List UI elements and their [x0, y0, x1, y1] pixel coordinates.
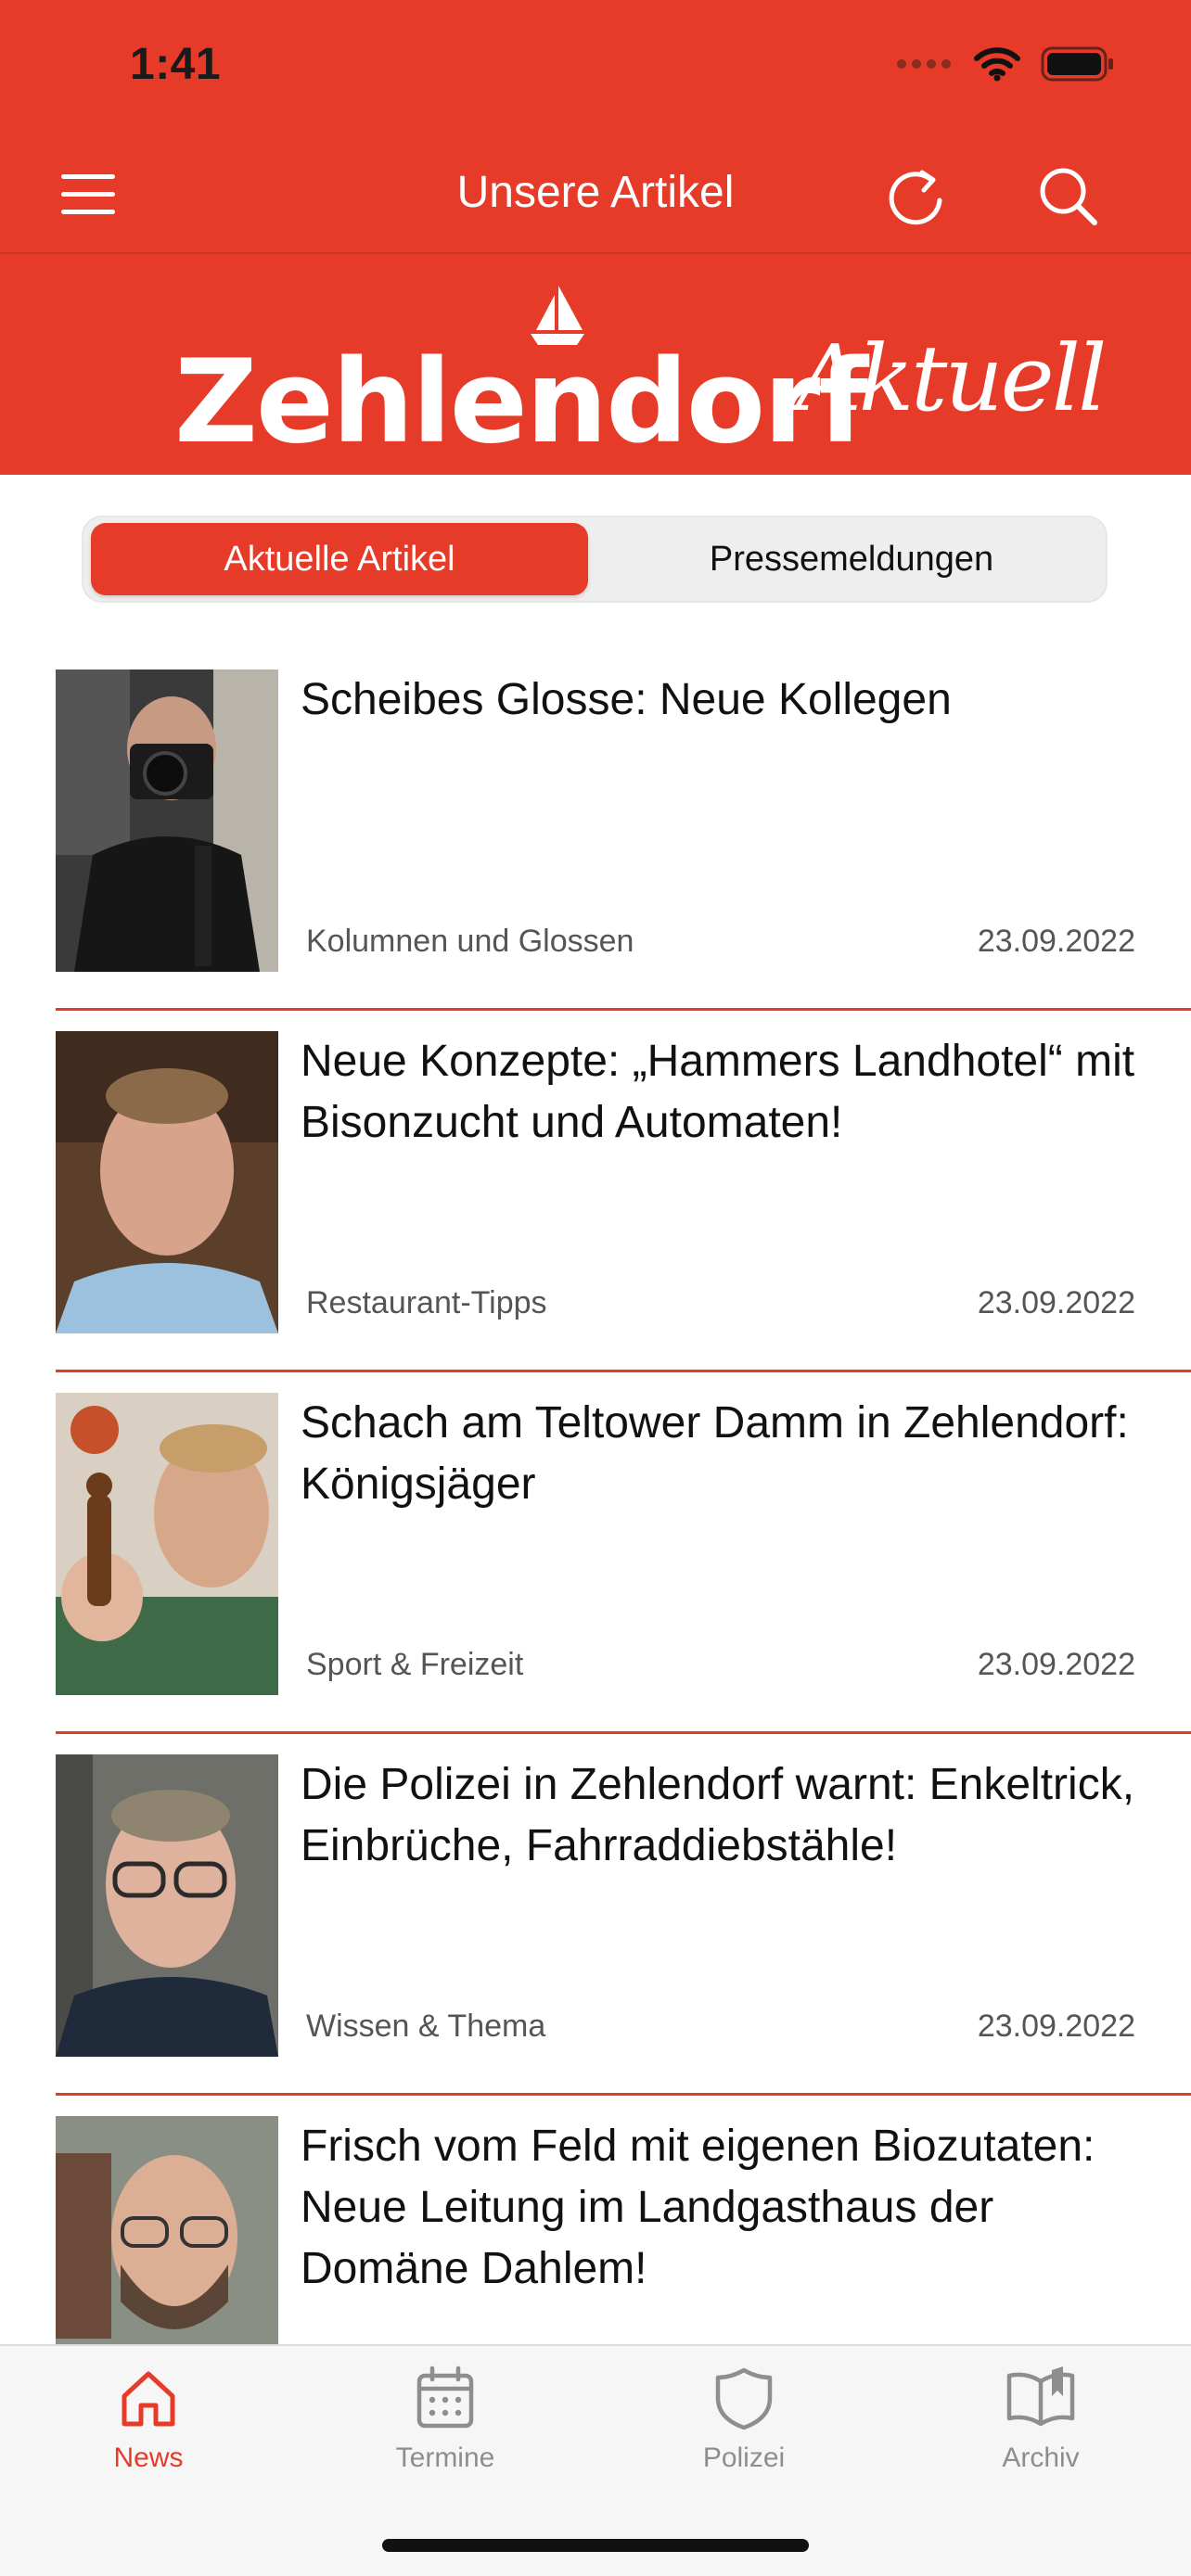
brand-script: Aktuell — [796, 326, 1107, 432]
article-type-switch: Aktuelle Artikel Pressemeldungen — [82, 516, 1108, 603]
article-date: 23.09.2022 — [977, 1647, 1135, 1682]
search-button[interactable] — [1031, 159, 1106, 234]
home-indicator — [382, 2539, 809, 2552]
tab-termine[interactable]: Termine — [352, 2365, 538, 2504]
article-item[interactable]: Scheibes Glosse: Neue Kollegen Kolumnen … — [56, 649, 1191, 1011]
tab-label: Polizei — [702, 2442, 786, 2473]
article-thumbnail — [56, 1754, 278, 2057]
article-category: Sport & Freizeit — [306, 1647, 524, 1682]
tab-label: Termine — [395, 2442, 495, 2473]
article-category: Wissen & Thema — [306, 2009, 546, 2044]
status-icons — [896, 46, 1115, 82]
article-category: Kolumnen und Glossen — [306, 924, 634, 959]
article-date: 23.09.2022 — [977, 924, 1135, 959]
tab-label: Archiv — [1002, 2442, 1080, 2473]
article-title: Schach am Teltower Damm in Zehlendorf: K… — [301, 1398, 1129, 1509]
tab-archiv[interactable]: Archiv — [948, 2365, 1133, 2504]
search-icon — [1040, 168, 1097, 225]
article-thumbnail — [56, 1393, 278, 1695]
article-item[interactable]: Die Polizei in Zehlendorf warnt: Enkeltr… — [56, 1734, 1191, 2096]
article-title: Frisch vom Feld mit eigenen Biozutaten: … — [301, 2122, 1095, 2293]
article-date: 23.09.2022 — [977, 1285, 1135, 1320]
navigation-bar: Unsere Artikel — [0, 132, 1191, 254]
brand-banner: Zehlendorf Aktuell — [0, 254, 1191, 475]
shield-icon — [715, 2367, 773, 2430]
segment-current-articles[interactable]: Aktuelle Artikel — [91, 523, 588, 595]
segment-press-releases[interactable]: Pressemeldungen — [603, 523, 1100, 595]
home-icon — [122, 2371, 175, 2427]
book-icon — [1006, 2366, 1075, 2427]
article-title: Scheibes Glosse: Neue Kollegen — [301, 675, 952, 724]
wifi-icon — [974, 47, 1020, 82]
tab-label: News — [113, 2442, 184, 2473]
battery-icon — [1041, 46, 1113, 82]
article-category: Restaurant-Tipps — [306, 1285, 547, 1320]
tab-polizei[interactable]: Polizei — [651, 2365, 837, 2504]
brand-name: Zehlendorf — [174, 336, 868, 469]
tab-news[interactable]: News — [56, 2365, 241, 2504]
status-time: 1:41 — [130, 40, 222, 89]
article-thumbnail — [56, 1031, 278, 1333]
article-title: Die Polizei in Zehlendorf warnt: Enkeltr… — [301, 1760, 1135, 1870]
calendar-icon — [416, 2366, 474, 2429]
refresh-icon — [889, 170, 942, 225]
page-title: Unsere Artikel — [456, 168, 735, 217]
article-item[interactable]: Neue Konzepte: „Hammers Landhotel“ mit B… — [56, 1011, 1191, 1372]
article-date: 23.09.2022 — [977, 2009, 1135, 2044]
refresh-button[interactable] — [879, 159, 954, 234]
article-title: Neue Konzepte: „Hammers Landhotel“ mit B… — [301, 1037, 1135, 1147]
cellular-signal-icon — [897, 59, 951, 69]
brand-logo: Zehlendorf Aktuell — [173, 282, 1107, 469]
article-thumbnail — [56, 670, 278, 972]
status-bar: 1:41 — [0, 0, 1191, 132]
article-item[interactable]: Schach am Teltower Damm in Zehlendorf: K… — [56, 1372, 1191, 1734]
